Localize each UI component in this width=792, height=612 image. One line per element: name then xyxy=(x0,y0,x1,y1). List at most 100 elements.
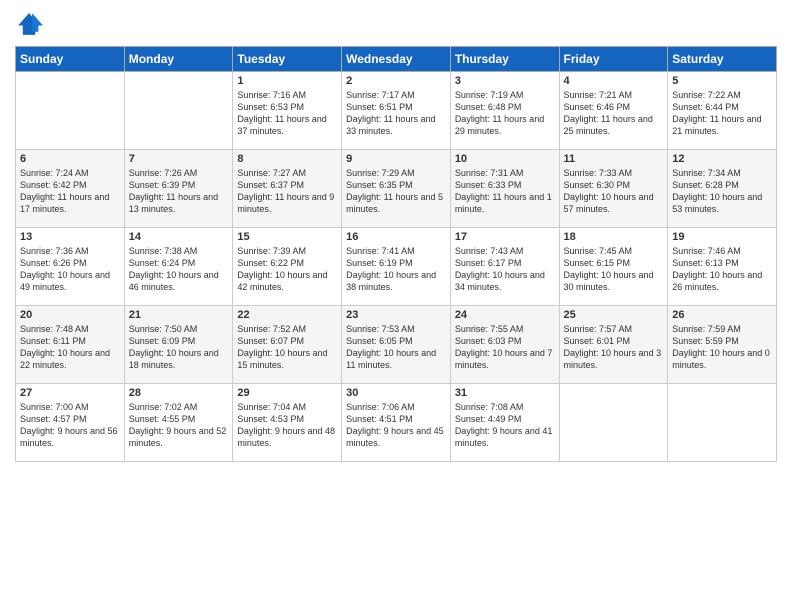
day-number: 11 xyxy=(564,153,664,165)
cell-content: Sunrise: 7:48 AM Sunset: 6:11 PM Dayligh… xyxy=(20,323,120,372)
day-number: 15 xyxy=(237,231,337,243)
calendar-cell: 19Sunrise: 7:46 AM Sunset: 6:13 PM Dayli… xyxy=(668,228,777,306)
calendar-cell: 13 Sunrise: 7:36 AM Sunset: 6:26 PM Dayli… xyxy=(16,228,125,306)
day-number: 3 xyxy=(455,75,555,87)
cell-content: Sunrise: 7:24 AM Sunset: 6:42 PM Dayligh… xyxy=(20,167,120,216)
weekday-header-row: SundayMondayTuesdayWednesdayThursdayFrid… xyxy=(16,47,777,72)
weekday-header-monday: Monday xyxy=(124,47,233,72)
calendar-cell: 14 Sunrise: 7:38 AM Sunset: 6:24 PM Dayli… xyxy=(124,228,233,306)
cell-content: Sunrise: 7:50 AM Sunset: 6:09 PM Dayligh… xyxy=(129,323,229,372)
cell-content: Sunrise: 7:59 AM Sunset: 5:59 PM Dayligh… xyxy=(672,323,772,372)
logo-icon xyxy=(15,10,43,38)
day-number: 18 xyxy=(564,231,664,243)
calendar-week-4: 20 Sunrise: 7:48 AM Sunset: 6:11 PM Dayli… xyxy=(16,306,777,384)
calendar-cell: 4 Sunrise: 7:21 AM Sunset: 6:46 PM Daylig… xyxy=(559,72,668,150)
calendar-cell: 28 Sunrise: 7:02 AM Sunset: 4:55 PM Dayli… xyxy=(124,384,233,462)
calendar-cell: 7Sunrise: 7:26 AM Sunset: 6:39 PM Daylig… xyxy=(124,150,233,228)
cell-content: Sunrise: 7:16 AM Sunset: 6:53 PM Dayligh… xyxy=(237,89,337,138)
calendar-cell: 20 Sunrise: 7:48 AM Sunset: 6:11 PM Dayli… xyxy=(16,306,125,384)
weekday-header-wednesday: Wednesday xyxy=(342,47,451,72)
weekday-header-friday: Friday xyxy=(559,47,668,72)
calendar-cell: 24Sunrise: 7:55 AM Sunset: 6:03 PM Dayli… xyxy=(450,306,559,384)
day-number: 1 xyxy=(237,75,337,87)
cell-content: Sunrise: 7:33 AM Sunset: 6:30 PM Dayligh… xyxy=(564,167,664,216)
cell-content: Sunrise: 7:21 AM Sunset: 6:46 PM Dayligh… xyxy=(564,89,664,138)
day-number: 6 xyxy=(20,153,120,165)
cell-content: Sunrise: 7:52 AM Sunset: 6:07 PM Dayligh… xyxy=(237,323,337,372)
day-number: 4 xyxy=(564,75,664,87)
day-number: 16 xyxy=(346,231,446,243)
day-number: 20 xyxy=(20,309,120,321)
calendar-cell xyxy=(16,72,125,150)
day-number: 25 xyxy=(564,309,664,321)
calendar-cell: 18 Sunrise: 7:45 AM Sunset: 6:15 PM Dayli… xyxy=(559,228,668,306)
calendar-cell: 12 Sunrise: 7:34 AM Sunset: 6:28 PM Dayli… xyxy=(668,150,777,228)
calendar-cell: 31Sunrise: 7:08 AM Sunset: 4:49 PM Dayli… xyxy=(450,384,559,462)
day-number: 26 xyxy=(672,309,772,321)
calendar-week-1: 1 Sunrise: 7:16 AM Sunset: 6:53 PM Daylig… xyxy=(16,72,777,150)
day-number: 5 xyxy=(672,75,772,87)
calendar-cell: 6 Sunrise: 7:24 AM Sunset: 6:42 PM Daylig… xyxy=(16,150,125,228)
calendar-cell: 15Sunrise: 7:39 AM Sunset: 6:22 PM Dayli… xyxy=(233,228,342,306)
cell-content: Sunrise: 7:53 AM Sunset: 6:05 PM Dayligh… xyxy=(346,323,446,372)
cell-content: Sunrise: 7:26 AM Sunset: 6:39 PM Dayligh… xyxy=(129,167,229,216)
day-number: 17 xyxy=(455,231,555,243)
calendar-cell: 8Sunrise: 7:27 AM Sunset: 6:37 PM Daylig… xyxy=(233,150,342,228)
calendar-cell: 9Sunrise: 7:29 AM Sunset: 6:35 PM Daylig… xyxy=(342,150,451,228)
calendar-week-3: 13 Sunrise: 7:36 AM Sunset: 6:26 PM Dayli… xyxy=(16,228,777,306)
calendar-cell: 17 Sunrise: 7:43 AM Sunset: 6:17 PM Dayli… xyxy=(450,228,559,306)
calendar-cell: 5Sunrise: 7:22 AM Sunset: 6:44 PM Daylig… xyxy=(668,72,777,150)
day-number: 22 xyxy=(237,309,337,321)
calendar-cell: 26 Sunrise: 7:59 AM Sunset: 5:59 PM Dayli… xyxy=(668,306,777,384)
day-number: 14 xyxy=(129,231,229,243)
cell-content: Sunrise: 7:46 AM Sunset: 6:13 PM Dayligh… xyxy=(672,245,772,294)
day-number: 27 xyxy=(20,387,120,399)
cell-content: Sunrise: 7:06 AM Sunset: 4:51 PM Dayligh… xyxy=(346,401,446,450)
calendar-cell: 22 Sunrise: 7:52 AM Sunset: 6:07 PM Dayli… xyxy=(233,306,342,384)
calendar-table: SundayMondayTuesdayWednesdayThursdayFrid… xyxy=(15,46,777,462)
day-number: 28 xyxy=(129,387,229,399)
calendar-cell: 23 Sunrise: 7:53 AM Sunset: 6:05 PM Dayli… xyxy=(342,306,451,384)
cell-content: Sunrise: 7:38 AM Sunset: 6:24 PM Dayligh… xyxy=(129,245,229,294)
calendar-cell xyxy=(124,72,233,150)
weekday-header-tuesday: Tuesday xyxy=(233,47,342,72)
calendar-cell: 29 Sunrise: 7:04 AM Sunset: 4:53 PM Dayli… xyxy=(233,384,342,462)
calendar-cell: 2 Sunrise: 7:17 AM Sunset: 6:51 PM Daylig… xyxy=(342,72,451,150)
weekday-header-saturday: Saturday xyxy=(668,47,777,72)
calendar-cell: 3 Sunrise: 7:19 AM Sunset: 6:48 PM Daylig… xyxy=(450,72,559,150)
header xyxy=(15,10,777,38)
calendar-cell: 30 Sunrise: 7:06 AM Sunset: 4:51 PM Dayli… xyxy=(342,384,451,462)
calendar-cell: 16 Sunrise: 7:41 AM Sunset: 6:19 PM Dayli… xyxy=(342,228,451,306)
calendar-cell xyxy=(668,384,777,462)
cell-content: Sunrise: 7:36 AM Sunset: 6:26 PM Dayligh… xyxy=(20,245,120,294)
page: SundayMondayTuesdayWednesdayThursdayFrid… xyxy=(0,0,792,612)
day-number: 31 xyxy=(455,387,555,399)
cell-content: Sunrise: 7:34 AM Sunset: 6:28 PM Dayligh… xyxy=(672,167,772,216)
cell-content: Sunrise: 7:43 AM Sunset: 6:17 PM Dayligh… xyxy=(455,245,555,294)
day-number: 8 xyxy=(237,153,337,165)
calendar-cell: 11 Sunrise: 7:33 AM Sunset: 6:30 PM Dayli… xyxy=(559,150,668,228)
cell-content: Sunrise: 7:31 AM Sunset: 6:33 PM Dayligh… xyxy=(455,167,555,216)
cell-content: Sunrise: 7:19 AM Sunset: 6:48 PM Dayligh… xyxy=(455,89,555,138)
day-number: 30 xyxy=(346,387,446,399)
calendar-cell: 1 Sunrise: 7:16 AM Sunset: 6:53 PM Daylig… xyxy=(233,72,342,150)
cell-content: Sunrise: 7:41 AM Sunset: 6:19 PM Dayligh… xyxy=(346,245,446,294)
day-number: 29 xyxy=(237,387,337,399)
cell-content: Sunrise: 7:04 AM Sunset: 4:53 PM Dayligh… xyxy=(237,401,337,450)
cell-content: Sunrise: 7:17 AM Sunset: 6:51 PM Dayligh… xyxy=(346,89,446,138)
cell-content: Sunrise: 7:00 AM Sunset: 4:57 PM Dayligh… xyxy=(20,401,120,450)
calendar-cell xyxy=(559,384,668,462)
calendar-week-2: 6 Sunrise: 7:24 AM Sunset: 6:42 PM Daylig… xyxy=(16,150,777,228)
cell-content: Sunrise: 7:45 AM Sunset: 6:15 PM Dayligh… xyxy=(564,245,664,294)
day-number: 2 xyxy=(346,75,446,87)
logo xyxy=(15,10,47,38)
day-number: 12 xyxy=(672,153,772,165)
calendar-week-5: 27 Sunrise: 7:00 AM Sunset: 4:57 PM Dayli… xyxy=(16,384,777,462)
day-number: 23 xyxy=(346,309,446,321)
day-number: 9 xyxy=(346,153,446,165)
cell-content: Sunrise: 7:55 AM Sunset: 6:03 PM Dayligh… xyxy=(455,323,555,372)
day-number: 13 xyxy=(20,231,120,243)
cell-content: Sunrise: 7:02 AM Sunset: 4:55 PM Dayligh… xyxy=(129,401,229,450)
calendar-cell: 10Sunrise: 7:31 AM Sunset: 6:33 PM Dayli… xyxy=(450,150,559,228)
day-number: 21 xyxy=(129,309,229,321)
